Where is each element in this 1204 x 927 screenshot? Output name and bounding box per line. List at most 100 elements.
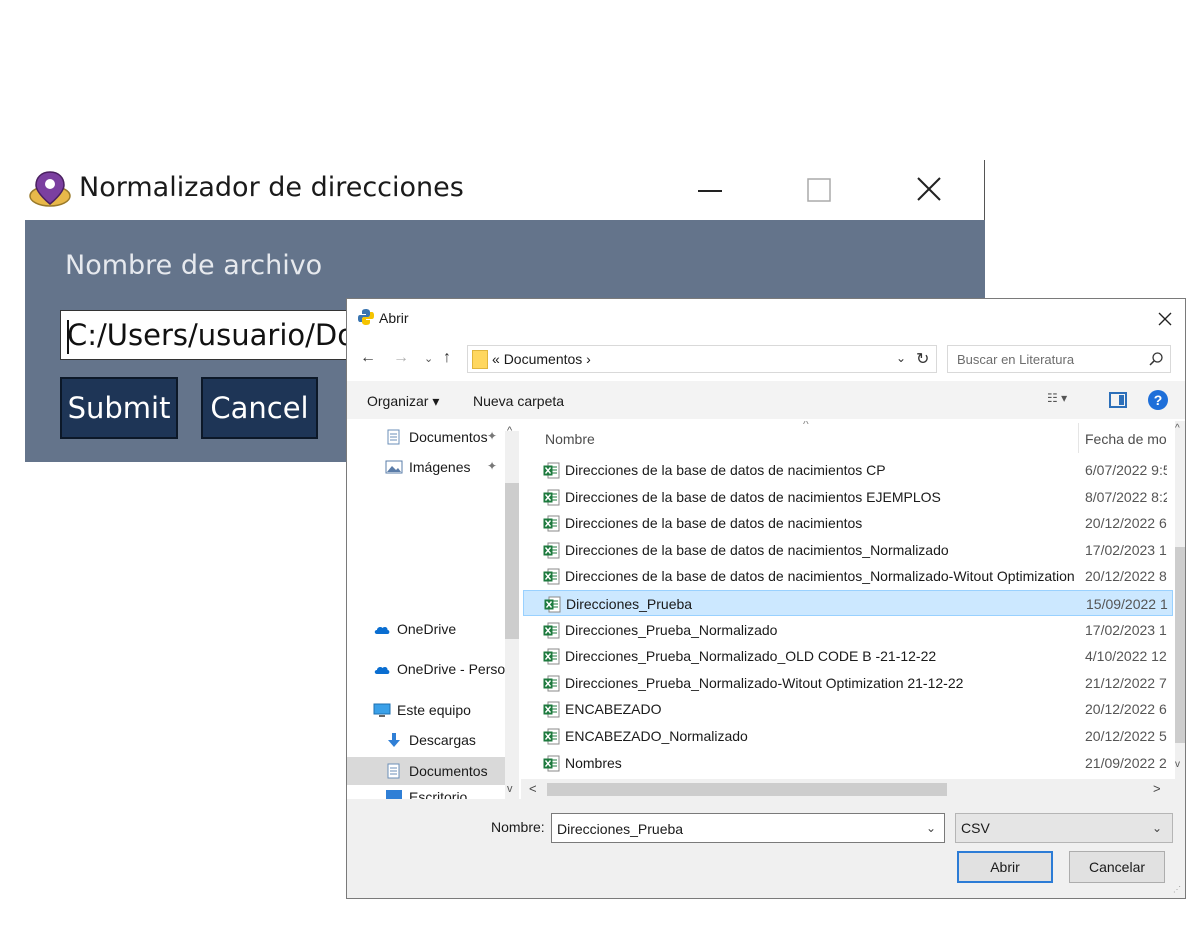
pin-icon[interactable]: ✦ (487, 429, 497, 443)
desktop-icon (386, 790, 402, 799)
column-header-name[interactable]: Nombre (545, 431, 595, 447)
nav-item-label: OneDrive (397, 621, 457, 637)
chevron-down-icon: ⌄ (1152, 821, 1163, 835)
resize-grip-icon[interactable]: ⋰ (1173, 885, 1183, 895)
filename-field-label: Nombre: (491, 819, 545, 835)
organize-label: Organizar (367, 393, 429, 409)
python-icon (358, 309, 374, 325)
excel-file-icon (543, 701, 560, 718)
dialog-close-icon[interactable] (1155, 309, 1175, 329)
file-name: Direcciones_Prueba_Normalizado-Witout Op… (565, 674, 964, 691)
nav-item-escritorio[interactable]: Escritorio (385, 787, 467, 799)
map-pin-app-icon (29, 171, 71, 207)
close-icon[interactable] (905, 170, 955, 210)
open-button[interactable]: Abrir (957, 851, 1053, 883)
address-dropdown-icon[interactable]: ⌄ (896, 351, 906, 365)
file-row[interactable]: Direcciones_Prueba_Normalizado-Witout Op… (523, 670, 1173, 696)
maximize-icon[interactable] (795, 170, 845, 210)
nav-item-documentos[interactable]: Documentos (347, 757, 505, 785)
scroll-down-icon[interactable]: v (507, 783, 513, 795)
file-date: 21/09/2022 2 (1085, 754, 1167, 771)
file-list: ^ Nombre Fecha de mo Direcciones de la b… (523, 421, 1185, 799)
scroll-right-icon[interactable]: > (1153, 781, 1161, 796)
scroll-up-icon[interactable]: ^ (1175, 423, 1180, 434)
file-date: 20/12/2022 6 (1085, 701, 1167, 718)
nav-item-onedrive[interactable]: OneDrive (373, 615, 456, 643)
dialog-titlebar[interactable]: Abrir (347, 299, 1185, 339)
view-options-icon[interactable]: ☷ ▾ (1047, 391, 1083, 409)
file-row[interactable]: ENCABEZADO 20/12/2022 6 (523, 696, 1173, 722)
scroll-left-icon[interactable]: < (529, 781, 537, 796)
forward-arrow-icon[interactable]: → (393, 349, 409, 367)
filename-field[interactable]: Direcciones_Prueba ⌄ (551, 813, 945, 843)
filename-label: Nombre de archivo (65, 250, 323, 281)
column-header-date[interactable]: Fecha de mo (1085, 431, 1167, 447)
file-row[interactable]: ENCABEZADO_Normalizado 20/12/2022 5 (523, 723, 1173, 749)
nav-item-este-equipo[interactable]: Este equipo (373, 696, 471, 724)
minimize-icon[interactable] (685, 170, 735, 210)
file-date: 6/07/2022 9:5 (1085, 462, 1167, 478)
address-bar[interactable]: « Documentos › ⌄ ↻ (467, 345, 937, 373)
column-divider[interactable] (1078, 423, 1079, 453)
file-list-header: ^ Nombre Fecha de mo (523, 421, 1185, 457)
nav-item-imagenes[interactable]: Imágenes (385, 453, 470, 481)
up-arrow-icon[interactable]: ↑ (443, 349, 451, 367)
window-title: Normalizador de direcciones (79, 172, 464, 203)
breadcrumb-item-documentos[interactable]: Documentos (504, 351, 583, 367)
nav-item-onedrive-personal[interactable]: OneDrive - Persor (373, 655, 510, 683)
file-date: 15/09/2022 1 (1086, 596, 1168, 612)
file-row[interactable]: Direcciones de la base de datos de nacim… (523, 484, 1173, 510)
file-row[interactable]: Direcciones_Prueba 15/09/2022 1 (523, 590, 1173, 616)
preview-pane-icon[interactable] (1109, 392, 1127, 408)
nav-item-documentos-quick[interactable]: Documentos (385, 423, 488, 451)
refresh-icon[interactable]: ↻ (916, 349, 929, 369)
organize-menu[interactable]: Organizar ▾ (367, 393, 439, 410)
help-icon[interactable]: ? (1148, 390, 1168, 410)
scroll-up-icon[interactable]: ^ (507, 425, 512, 437)
navigation-pane: Documentos ✦ Imágenes ✦ OneDrive OneDriv… (347, 421, 521, 811)
file-row[interactable]: Direcciones de la base de datos de nacim… (523, 537, 1173, 563)
file-row[interactable]: Direcciones de la base de datos de nacim… (523, 457, 1173, 483)
back-arrow-icon[interactable]: ← (360, 349, 376, 367)
search-icon[interactable] (1148, 351, 1164, 367)
file-list-scrollbar-thumb[interactable] (1175, 547, 1185, 743)
file-row[interactable]: Direcciones de la base de datos de nacim… (523, 563, 1173, 589)
search-input[interactable]: Buscar en Literatura (947, 345, 1171, 373)
breadcrumb-overflow[interactable]: « (492, 351, 500, 367)
file-date: 20/12/2022 8 (1085, 568, 1167, 585)
file-row[interactable]: Direcciones_Prueba_Normalizado 17/02/2023… (523, 617, 1173, 643)
file-name: Direcciones de la base de datos de nacim… (565, 462, 886, 478)
file-row[interactable]: Direcciones de la base de datos de nacim… (523, 510, 1173, 536)
horizontal-scrollbar-thumb[interactable] (547, 783, 947, 796)
file-name: ENCABEZADO (565, 701, 662, 718)
scroll-down-icon[interactable]: v (1175, 759, 1180, 770)
nav-scrollbar-thumb[interactable] (505, 483, 519, 639)
cancel-button[interactable]: Cancel (201, 377, 318, 439)
file-row[interactable]: Nombres 21/09/2022 2 (523, 750, 1173, 776)
file-name: Direcciones de la base de datos de nacim… (565, 541, 949, 558)
file-date: 8/07/2022 8:2 (1085, 488, 1167, 505)
nav-item-descargas[interactable]: Descargas (385, 726, 476, 754)
cancel-dialog-button[interactable]: Cancelar (1069, 851, 1165, 883)
breadcrumb[interactable]: « Documentos › (492, 351, 591, 367)
file-name: Direcciones_Prueba (566, 596, 693, 612)
excel-file-icon (543, 515, 560, 532)
breadcrumb-separator-icon[interactable]: › (586, 351, 591, 367)
chevron-down-icon[interactable]: ⌄ (926, 821, 936, 835)
nav-item-label: Descargas (409, 732, 476, 748)
nav-item-label: Este equipo (397, 702, 471, 718)
file-row[interactable]: Direcciones_Prueba_Normalizado_OLD CODE … (523, 643, 1173, 669)
file-name: Direcciones_Prueba_Normalizado (565, 621, 778, 638)
recent-locations-chevron-icon[interactable]: ⌄ (424, 352, 433, 365)
search-placeholder: Buscar en Literatura (957, 352, 1075, 367)
submit-button[interactable]: Submit (60, 377, 178, 439)
pin-icon[interactable]: ✦ (487, 459, 497, 473)
normalizador-titlebar[interactable]: Normalizador de direcciones (25, 160, 985, 220)
navigation-bar: ← → ⌄ ↑ « Documentos › ⌄ ↻ Buscar en Lit… (347, 339, 1185, 379)
documents-icon (387, 763, 400, 779)
new-folder-button[interactable]: Nueva carpeta (473, 393, 564, 409)
nav-item-label: Documentos (409, 429, 488, 445)
file-type-select[interactable]: CSV ⌄ (955, 813, 1173, 843)
excel-file-icon (543, 728, 560, 745)
horizontal-scrollbar[interactable]: < > (521, 779, 1185, 799)
